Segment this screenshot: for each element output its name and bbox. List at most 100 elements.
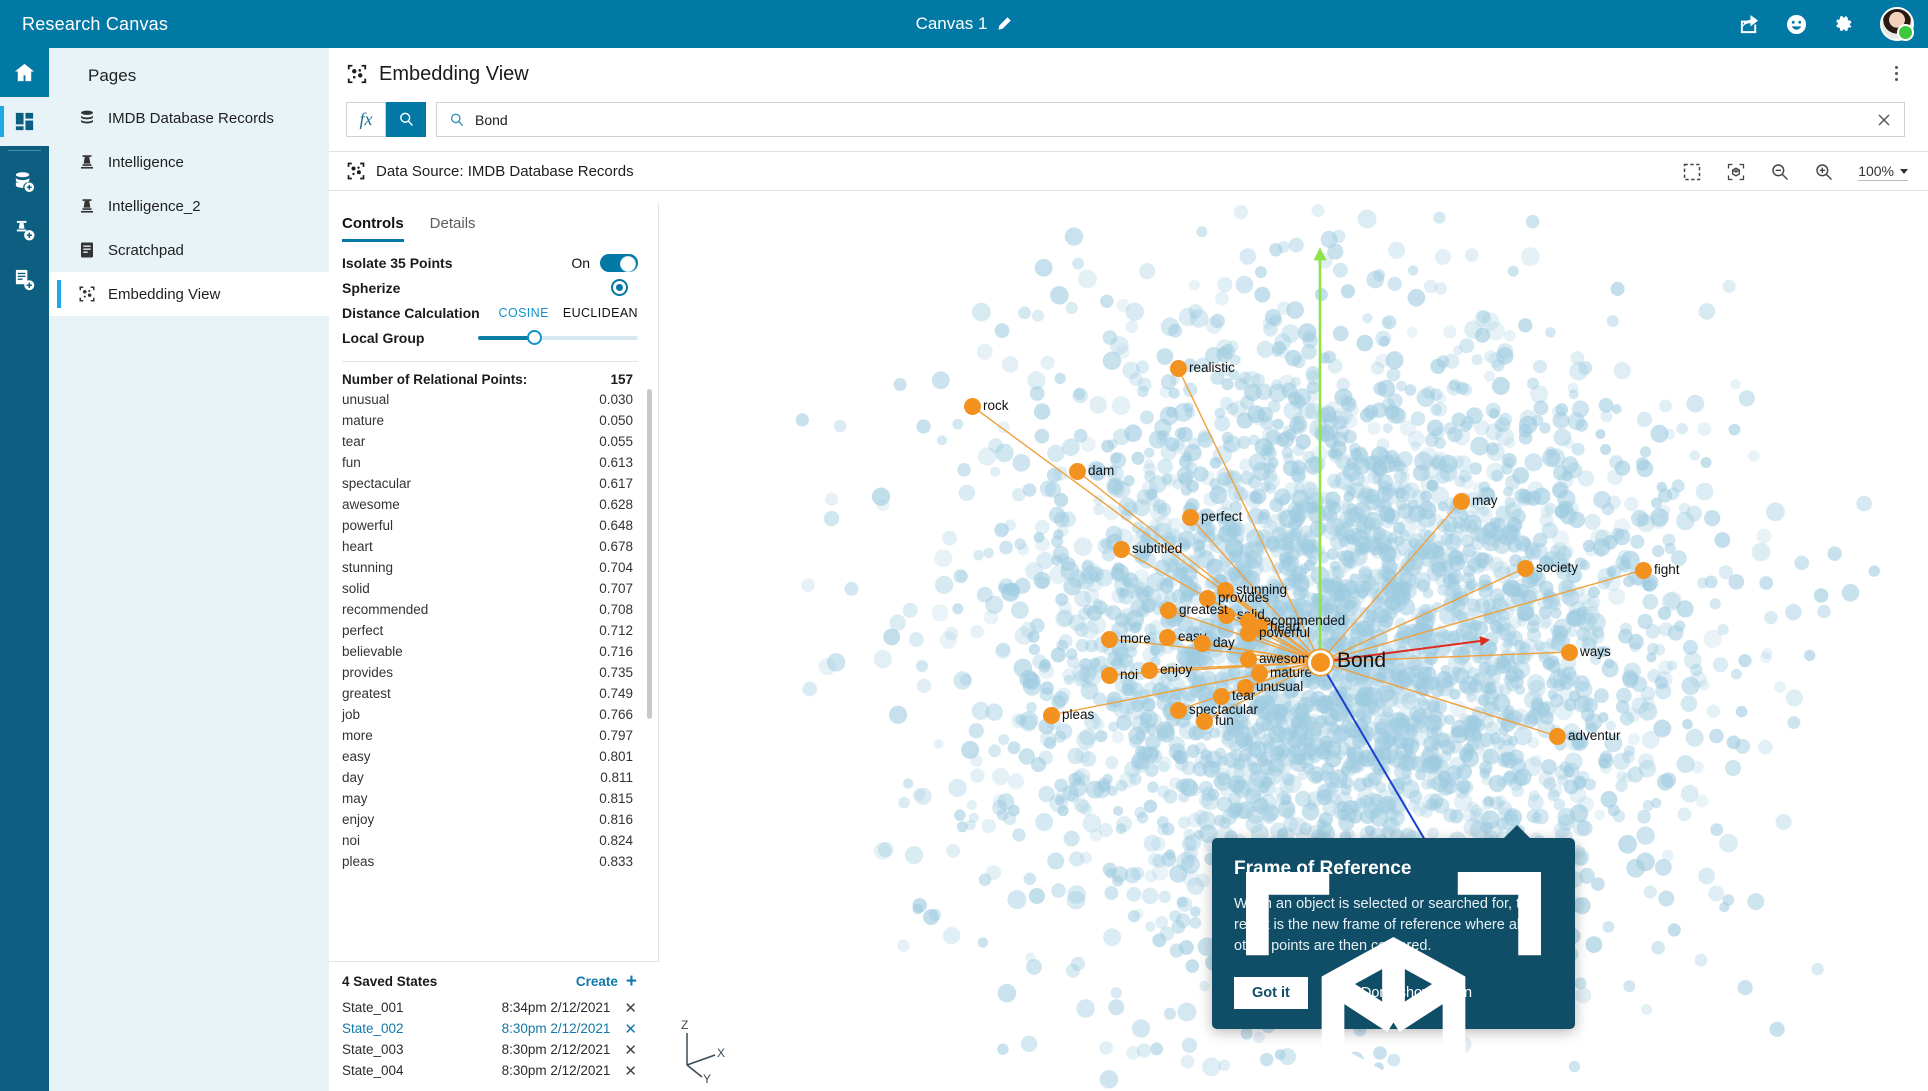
- relational-point-term: unusual: [342, 392, 390, 407]
- distance-option-cosine[interactable]: COSINE: [499, 306, 549, 320]
- close-icon[interactable]: ✕: [624, 999, 637, 1017]
- relational-point-row[interactable]: provides 0.735: [329, 662, 658, 683]
- saved-state-name[interactable]: State_002: [342, 1021, 502, 1036]
- search-input-wrapper[interactable]: Bond: [436, 102, 1905, 137]
- relational-point-row[interactable]: recommended 0.708: [329, 599, 658, 620]
- embedding-node[interactable]: [1560, 643, 1578, 661]
- embedding-node[interactable]: [1140, 661, 1158, 679]
- embedding-node[interactable]: [1634, 561, 1652, 579]
- close-icon[interactable]: ✕: [624, 1041, 637, 1059]
- embedding-node[interactable]: [1239, 650, 1257, 668]
- embedding-node[interactable]: [1159, 601, 1177, 619]
- emoji-icon[interactable]: [1786, 14, 1807, 35]
- rail-item-add-scratchpad[interactable]: [0, 255, 49, 304]
- relational-point-row[interactable]: solid 0.707: [329, 578, 658, 599]
- distance-option-euclidean[interactable]: EUCLIDEAN: [563, 306, 638, 320]
- sidebar-item-imdb-database-records[interactable]: IMDB Database Records: [49, 96, 329, 140]
- relational-point-row[interactable]: stunning 0.704: [329, 557, 658, 578]
- relational-point-row[interactable]: mature 0.050: [329, 410, 658, 431]
- search-input[interactable]: Bond: [475, 112, 1866, 128]
- relational-point-row[interactable]: perfect 0.712: [329, 620, 658, 641]
- rail-item-home[interactable]: [0, 48, 49, 97]
- rail-item-add-intelligence[interactable]: [0, 206, 49, 255]
- relational-point-row[interactable]: greatest 0.749: [329, 683, 658, 704]
- zoom-level-dropdown[interactable]: 100%: [1858, 163, 1908, 181]
- embedding-node[interactable]: [1100, 630, 1118, 648]
- sidebar-item-embedding-view[interactable]: Embedding View: [49, 272, 329, 316]
- rail-item-add-data[interactable]: [0, 157, 49, 206]
- kebab-menu-icon[interactable]: [1886, 62, 1906, 84]
- relational-point-row[interactable]: fun 0.613: [329, 452, 658, 473]
- embedding-node[interactable]: [1158, 628, 1176, 646]
- close-icon[interactable]: ✕: [624, 1062, 637, 1080]
- select-region-icon[interactable]: [1682, 162, 1702, 182]
- relational-point-row[interactable]: powerful 0.648: [329, 515, 658, 536]
- avatar[interactable]: [1880, 7, 1914, 41]
- zoom-out-icon[interactable]: [1770, 162, 1790, 182]
- embedding-node[interactable]: [1239, 624, 1257, 642]
- embedding-node[interactable]: [1169, 701, 1187, 719]
- relational-point-row[interactable]: enjoy 0.816: [329, 809, 658, 830]
- plus-icon[interactable]: +: [626, 972, 637, 991]
- embedding-node[interactable]: [963, 397, 981, 415]
- slider-knob[interactable]: [527, 330, 542, 345]
- embedding-node[interactable]: [1516, 559, 1534, 577]
- local-group-row: Local Group: [329, 325, 658, 350]
- embedding-plot[interactable]: realistic rock dam perfect subtitled stunning…: [659, 203, 1928, 1091]
- isolate-points-toggle[interactable]: [600, 253, 638, 272]
- embedding-node[interactable]: [1112, 540, 1130, 558]
- relational-point-row[interactable]: unusual 0.030: [329, 389, 658, 410]
- relational-points-list[interactable]: unusual 0.030 mature 0.050 tear 0.055 fun 0.613…: [329, 389, 658, 869]
- close-icon[interactable]: [1876, 112, 1892, 128]
- share-icon[interactable]: [1739, 14, 1760, 35]
- spherize-radio[interactable]: [611, 279, 628, 296]
- tab-details[interactable]: Details: [430, 215, 476, 242]
- saved-state-row[interactable]: State_004 8:30pm 2/12/2021 ✕: [329, 1060, 659, 1081]
- embedding-node[interactable]: [1195, 712, 1213, 730]
- embedding-node[interactable]: [1100, 666, 1118, 684]
- formula-button[interactable]: fx: [346, 102, 386, 137]
- saved-state-row[interactable]: State_003 8:30pm 2/12/2021 ✕: [329, 1039, 659, 1060]
- relational-point-row[interactable]: believable 0.716: [329, 641, 658, 662]
- search-mode-button[interactable]: [386, 102, 426, 137]
- zoom-in-icon[interactable]: [1814, 162, 1834, 182]
- relational-point-row[interactable]: more 0.797: [329, 725, 658, 746]
- relational-point-row[interactable]: tear 0.055: [329, 431, 658, 452]
- embedding-node[interactable]: [1042, 706, 1060, 724]
- embedding-node[interactable]: [1548, 727, 1566, 745]
- saved-state-row[interactable]: State_002 8:30pm 2/12/2021 ✕: [329, 1018, 659, 1039]
- embedding-node[interactable]: [1068, 462, 1086, 480]
- saved-state-name[interactable]: State_003: [342, 1042, 502, 1057]
- relational-point-row[interactable]: day 0.811: [329, 767, 658, 788]
- embedding-node[interactable]: [1193, 634, 1211, 652]
- embedding-node[interactable]: [1452, 492, 1470, 510]
- tab-controls[interactable]: Controls: [342, 215, 404, 242]
- focus-node[interactable]: [1310, 652, 1330, 672]
- relational-point-row[interactable]: awesome 0.628: [329, 494, 658, 515]
- zoom-level-value: 100%: [1858, 163, 1894, 179]
- sidebar-item-intelligence[interactable]: Intelligence: [49, 140, 329, 184]
- rail-item-canvas[interactable]: [0, 97, 49, 146]
- saved-state-row[interactable]: State_001 8:34pm 2/12/2021 ✕: [329, 997, 659, 1018]
- frame-of-reference-icon[interactable]: [1726, 162, 1746, 182]
- relational-point-row[interactable]: spectacular 0.617: [329, 473, 658, 494]
- relational-point-row[interactable]: noi 0.824: [329, 830, 658, 851]
- saved-state-name[interactable]: State_004: [342, 1063, 502, 1078]
- relational-point-row[interactable]: may 0.815: [329, 788, 658, 809]
- relational-point-row[interactable]: easy 0.801: [329, 746, 658, 767]
- embedding-node[interactable]: [1181, 508, 1199, 526]
- sidebar-item-scratchpad[interactable]: Scratchpad: [49, 228, 329, 272]
- relational-point-row[interactable]: heart 0.678: [329, 536, 658, 557]
- saved-state-name[interactable]: State_001: [342, 1000, 502, 1015]
- relational-point-row[interactable]: job 0.766: [329, 704, 658, 725]
- local-group-slider[interactable]: [478, 329, 638, 347]
- pencil-icon[interactable]: [996, 16, 1012, 32]
- create-state-button[interactable]: Create: [576, 974, 618, 989]
- top-bar-actions: [1739, 0, 1914, 48]
- relational-point-row[interactable]: pleas 0.833: [329, 851, 658, 869]
- close-icon[interactable]: ✕: [624, 1020, 637, 1038]
- gear-icon[interactable]: [1833, 14, 1854, 35]
- sidebar-item-intelligence-2[interactable]: Intelligence_2: [49, 184, 329, 228]
- scrollbar-thumb[interactable]: [647, 389, 652, 719]
- embedding-node[interactable]: [1169, 359, 1187, 377]
